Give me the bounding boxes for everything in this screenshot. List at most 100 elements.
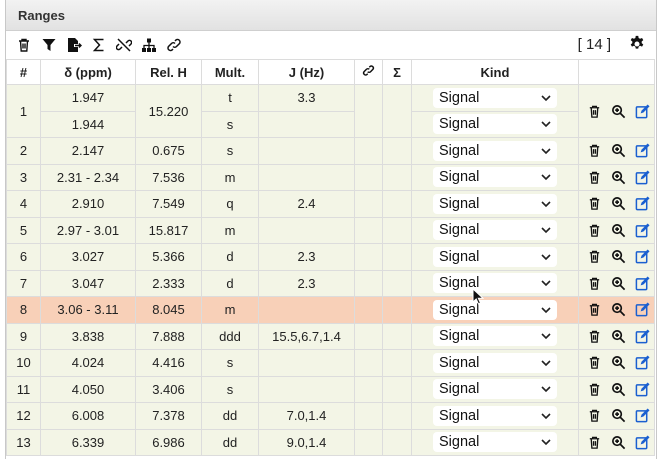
rel-h-cell[interactable]: 7.536 bbox=[135, 163, 202, 191]
col-rel-h[interactable]: Rel. H bbox=[135, 59, 202, 85]
zoom-icon[interactable] bbox=[610, 143, 626, 159]
kind-select[interactable]: Signal bbox=[433, 193, 557, 214]
trash-icon[interactable] bbox=[586, 381, 602, 397]
table-row[interactable]: 5 2.97 - 3.01 15.817 m Signal bbox=[6, 216, 655, 244]
kind-select[interactable]: Signal bbox=[433, 379, 557, 400]
trash-icon[interactable] bbox=[586, 103, 602, 119]
edit-icon[interactable] bbox=[634, 408, 650, 424]
kind-select[interactable]: Signal bbox=[433, 299, 557, 320]
table-row[interactable]: 9 3.838 7.888 ddd 15.5,6.7,1.4 Signal bbox=[6, 322, 655, 350]
zoom-icon[interactable] bbox=[610, 249, 626, 265]
rel-h-cell[interactable]: 0.675 bbox=[135, 137, 202, 165]
col-kind[interactable]: Kind bbox=[411, 59, 579, 85]
mult-cell: ddd bbox=[201, 322, 259, 350]
zoom-icon[interactable] bbox=[610, 434, 626, 450]
zoom-icon[interactable] bbox=[610, 275, 626, 291]
kind-select[interactable]: Signal bbox=[433, 432, 557, 453]
table-row[interactable]: 4 2.910 7.549 q 2.4 Signal bbox=[6, 190, 655, 218]
table-subrow[interactable]: 1.944 s Signal bbox=[7, 110, 655, 138]
kind-select[interactable]: Signal bbox=[433, 140, 557, 161]
gear-icon[interactable] bbox=[628, 35, 648, 55]
trash-icon[interactable] bbox=[586, 355, 602, 371]
export-icon[interactable] bbox=[64, 35, 84, 55]
edit-icon[interactable] bbox=[634, 275, 650, 291]
trash-icon[interactable] bbox=[586, 302, 602, 318]
zoom-icon[interactable] bbox=[610, 408, 626, 424]
kind-select[interactable]: Signal bbox=[433, 167, 557, 188]
edit-icon[interactable] bbox=[634, 434, 650, 450]
trash-icon[interactable] bbox=[586, 143, 602, 159]
zoom-icon[interactable] bbox=[610, 196, 626, 212]
edit-icon[interactable] bbox=[634, 103, 650, 119]
col-j[interactable]: J (Hz) bbox=[258, 59, 355, 85]
col-number[interactable]: # bbox=[6, 59, 41, 85]
zoom-icon[interactable] bbox=[610, 302, 626, 318]
sum-icon[interactable] bbox=[89, 35, 109, 55]
rel-h-cell[interactable]: 6.986 bbox=[135, 428, 202, 456]
trash-icon[interactable] bbox=[586, 434, 602, 450]
zoom-icon[interactable] bbox=[610, 103, 626, 119]
rel-h-cell[interactable]: 5.366 bbox=[135, 243, 202, 271]
zoom-icon[interactable] bbox=[610, 169, 626, 185]
table-row[interactable]: 8 3.06 - 3.11 8.045 m Signal bbox=[6, 296, 655, 324]
trash-icon[interactable] bbox=[586, 222, 602, 238]
edit-icon[interactable] bbox=[634, 196, 650, 212]
link-icon bbox=[362, 65, 375, 76]
rel-h-cell[interactable]: 8.045 bbox=[135, 296, 202, 324]
trash-icon[interactable] bbox=[586, 275, 602, 291]
edit-icon[interactable] bbox=[634, 381, 650, 397]
kind-select[interactable]: Signal bbox=[433, 220, 557, 241]
trash-icon[interactable] bbox=[586, 169, 602, 185]
row-number: 2 bbox=[6, 137, 41, 165]
unlink-icon[interactable] bbox=[114, 35, 134, 55]
trash-icon[interactable] bbox=[14, 35, 34, 55]
edit-icon[interactable] bbox=[634, 249, 650, 265]
table-row[interactable]: 1 1.947 15.220 t 3.3 Signal bbox=[6, 84, 655, 138]
rel-h-cell[interactable]: 3.406 bbox=[135, 375, 202, 403]
rel-h-cell[interactable]: 15.817 bbox=[135, 216, 202, 244]
kind-select[interactable]: Signal bbox=[433, 326, 557, 347]
table-row[interactable]: 6 3.027 5.366 d 2.3 Signal bbox=[6, 243, 655, 271]
zoom-icon[interactable] bbox=[610, 381, 626, 397]
kind-select[interactable]: Signal bbox=[433, 87, 557, 108]
edit-icon[interactable] bbox=[634, 169, 650, 185]
shift-cell: 1.944 bbox=[40, 110, 136, 138]
trash-icon[interactable] bbox=[586, 196, 602, 212]
edit-icon[interactable] bbox=[634, 143, 650, 159]
zoom-icon[interactable] bbox=[610, 328, 626, 344]
link-icon[interactable] bbox=[164, 35, 184, 55]
col-mult[interactable]: Mult. bbox=[201, 59, 259, 85]
j-cell: 9.0,1.4 bbox=[258, 428, 355, 456]
edit-icon[interactable] bbox=[634, 222, 650, 238]
zoom-icon[interactable] bbox=[610, 355, 626, 371]
col-shift[interactable]: δ (ppm) bbox=[40, 59, 136, 85]
trash-icon[interactable] bbox=[586, 249, 602, 265]
rel-h-cell[interactable]: 15.220 bbox=[135, 84, 202, 138]
edit-icon[interactable] bbox=[634, 355, 650, 371]
kind-select[interactable]: Signal bbox=[433, 405, 557, 426]
rel-h-cell[interactable]: 7.378 bbox=[135, 402, 202, 430]
table-row[interactable]: 2 2.147 0.675 s Signal bbox=[6, 137, 655, 165]
kind-select[interactable]: Signal bbox=[433, 114, 557, 135]
kind-select[interactable]: Signal bbox=[433, 273, 557, 294]
trash-icon[interactable] bbox=[586, 408, 602, 424]
rel-h-cell[interactable]: 4.416 bbox=[135, 349, 202, 377]
kind-select[interactable]: Signal bbox=[433, 352, 557, 373]
table-row[interactable]: 13 6.339 6.986 dd 9.0,1.4 Signal bbox=[6, 428, 655, 456]
zoom-icon[interactable] bbox=[610, 222, 626, 238]
filter-icon[interactable] bbox=[39, 35, 59, 55]
table-row[interactable]: 3 2.31 - 2.34 7.536 m Signal bbox=[6, 163, 655, 191]
rel-h-cell[interactable]: 2.333 bbox=[135, 269, 202, 297]
table-row[interactable]: 10 4.024 4.416 s Signal bbox=[6, 349, 655, 377]
table-row[interactable]: 12 6.008 7.378 dd 7.0,1.4 Signal bbox=[6, 402, 655, 430]
edit-icon[interactable] bbox=[634, 328, 650, 344]
kind-select[interactable]: Signal bbox=[433, 246, 557, 267]
hierarchy-icon[interactable] bbox=[139, 35, 159, 55]
edit-icon[interactable] bbox=[634, 302, 650, 318]
rel-h-cell[interactable]: 7.549 bbox=[135, 190, 202, 218]
table-row[interactable]: 11 4.050 3.406 s Signal bbox=[6, 375, 655, 403]
table-row[interactable]: 7 3.047 2.333 d 2.3 Signal bbox=[6, 269, 655, 297]
rel-h-cell[interactable]: 7.888 bbox=[135, 322, 202, 350]
kind-value: Signal bbox=[439, 275, 480, 292]
trash-icon[interactable] bbox=[586, 328, 602, 344]
